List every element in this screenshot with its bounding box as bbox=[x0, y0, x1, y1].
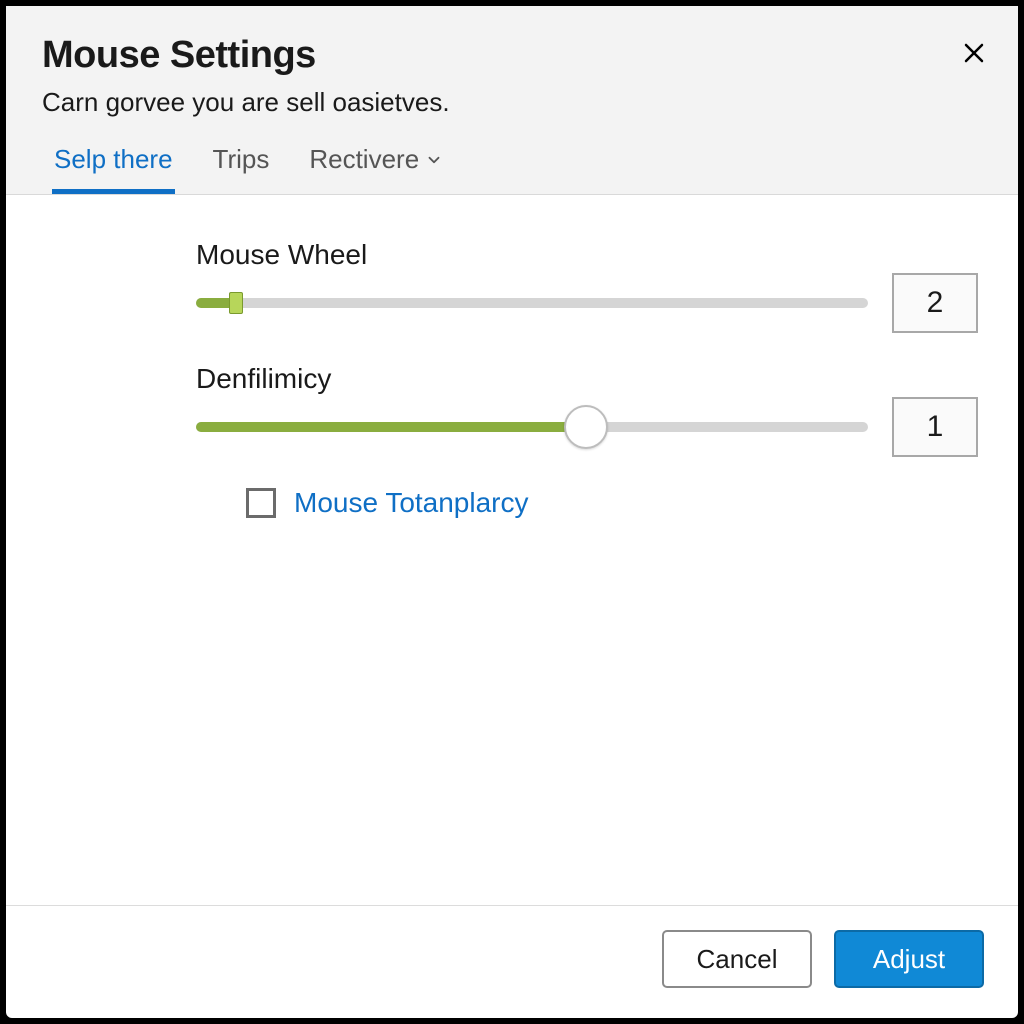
slider-track-bg bbox=[196, 298, 868, 308]
denfilimicy-label: Denfilimicy bbox=[196, 363, 978, 395]
slider-thumb[interactable] bbox=[564, 405, 608, 449]
dialog-body: Mouse Wheel 2 Denfilimicy bbox=[6, 195, 1018, 905]
chevron-down-icon bbox=[425, 151, 443, 169]
mouse-totanplarcy-row: Mouse Totanplarcy bbox=[246, 487, 978, 519]
mouse-wheel-row: Mouse Wheel 2 bbox=[46, 239, 978, 333]
denfilimicy-slider[interactable] bbox=[196, 407, 868, 447]
close-icon bbox=[962, 41, 986, 68]
mouse-totanplarcy-label[interactable]: Mouse Totanplarcy bbox=[294, 487, 529, 519]
dialog-footer: Cancel Adjust bbox=[6, 905, 1018, 1018]
tab-rectivere[interactable]: Rectivere bbox=[307, 136, 445, 194]
mouse-settings-dialog: Mouse Settings Carn gorvee you are sell … bbox=[6, 6, 1018, 1018]
tabs: Selp there Trips Rectivere bbox=[42, 136, 982, 194]
tab-selp-there[interactable]: Selp there bbox=[52, 136, 175, 194]
slider-thumb[interactable] bbox=[229, 292, 243, 314]
close-button[interactable] bbox=[956, 36, 992, 72]
adjust-button[interactable]: Adjust bbox=[834, 930, 984, 988]
dialog-header: Mouse Settings Carn gorvee you are sell … bbox=[6, 6, 1018, 195]
dialog-title: Mouse Settings bbox=[42, 34, 982, 77]
mouse-wheel-slider[interactable] bbox=[196, 283, 868, 323]
slider-track-fill bbox=[196, 422, 586, 432]
denfilimicy-row: Denfilimicy 1 bbox=[46, 363, 978, 457]
tab-label: Rectivere bbox=[309, 144, 419, 175]
tab-label: Selp there bbox=[54, 144, 173, 175]
cancel-button[interactable]: Cancel bbox=[662, 930, 812, 988]
mouse-wheel-label: Mouse Wheel bbox=[196, 239, 978, 271]
tab-trips[interactable]: Trips bbox=[211, 136, 272, 194]
tab-label: Trips bbox=[213, 144, 270, 175]
dialog-subtitle: Carn gorvee you are sell oasietves. bbox=[42, 87, 982, 118]
mouse-totanplarcy-checkbox[interactable] bbox=[246, 488, 276, 518]
denfilimicy-value[interactable]: 1 bbox=[892, 397, 978, 457]
mouse-wheel-value[interactable]: 2 bbox=[892, 273, 978, 333]
